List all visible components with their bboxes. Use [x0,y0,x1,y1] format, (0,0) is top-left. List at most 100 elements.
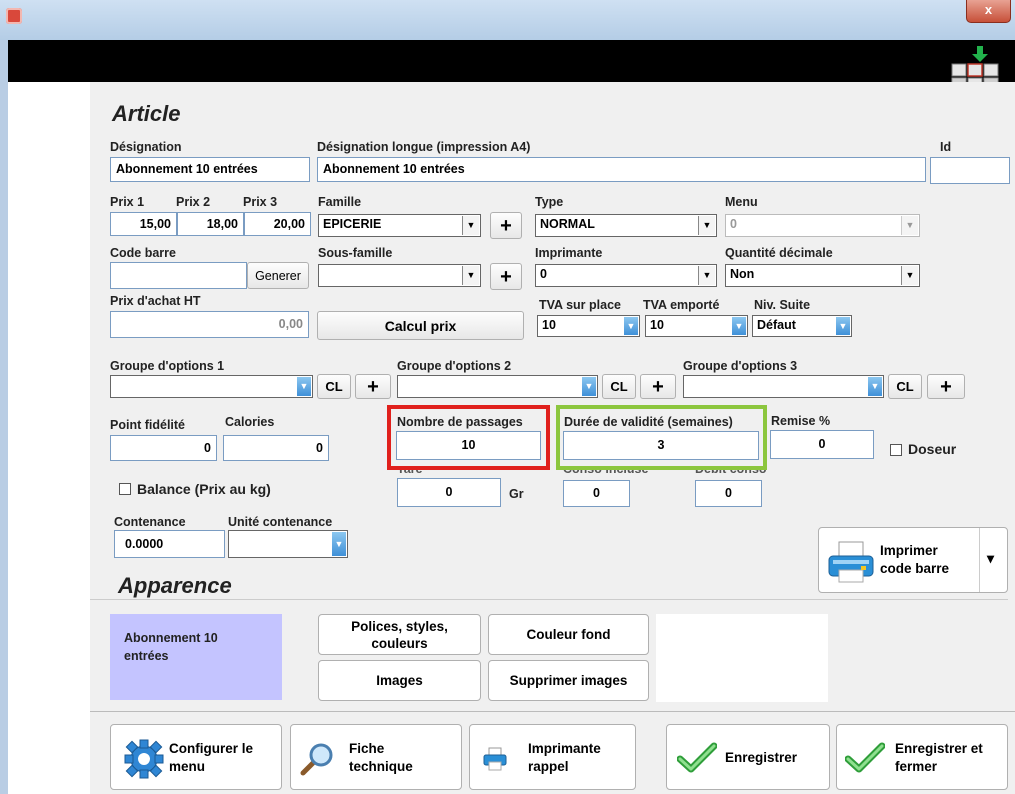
chevron-down-icon: ▼ [836,317,850,335]
enregistrer-fermer-button[interactable]: Enregistrer et fermer [836,724,1008,790]
unite-contenance-select[interactable]: ▼ [228,530,348,558]
imprimante-rappel-button[interactable]: Imprimante rappel [469,724,636,790]
supprimer-images-button[interactable]: Supprimer images [488,660,649,701]
code-barre-label: Code barre [110,246,176,260]
debit-conso-input[interactable]: 0 [695,480,762,507]
chevron-down-icon: ▼ [297,377,311,396]
balance-checkbox[interactable] [119,483,131,495]
designation-longue-input[interactable]: Abonnement 10 entrées [317,157,926,182]
chevron-down-icon: ▼ [698,266,715,285]
polices-styles-button[interactable]: Polices, styles, couleurs [318,614,481,655]
imprimante-select[interactable]: 0 ▼ [535,264,717,287]
split-divider [979,528,980,592]
niv-suite-select[interactable]: Défaut ▼ [752,315,852,337]
chevron-down-icon: ▼ [732,317,746,335]
chevron-down-icon: ▼ [868,377,882,396]
fiche-technique-button[interactable]: Fiche technique [290,724,462,790]
tva-emporte-value: 10 [650,318,664,332]
polices-label-1: Polices, styles, [351,619,448,634]
prix2-input[interactable]: 18,00 [177,212,244,236]
prix-achat-label: Prix d'achat HT [110,294,201,308]
famille-select[interactable]: EPICERIE ▼ [318,214,481,237]
app-icon[interactable] [6,8,22,24]
point-fidelite-label: Point fidélité [110,418,185,432]
tva-sur-place-value: 10 [542,318,556,332]
groupe-options-3-add-button[interactable]: + [927,374,965,399]
remise-input[interactable]: 0 [770,430,874,459]
window-left-border [0,40,8,794]
imprimante-rappel-label-1: Imprimante [528,741,601,756]
groupe-options-1-select[interactable]: ▼ [110,375,313,398]
contenance-input[interactable]: 0.0000 [114,530,225,558]
groupe-options-2-select[interactable]: ▼ [397,375,598,398]
fiche-label-2: technique [349,759,413,774]
groupe-options-3-cl-button[interactable]: CL [888,374,922,399]
id-input[interactable] [930,157,1010,184]
checkmark-icon [676,742,718,777]
add-sous-famille-button[interactable]: + [490,263,522,290]
calories-input[interactable]: 0 [223,435,329,461]
designation-label: Désignation [110,140,182,154]
magnifier-icon [299,741,335,780]
header-bar [8,40,1015,82]
code-barre-input[interactable] [110,262,247,289]
imprimer-code-barre-label-1: Imprimer [880,543,938,558]
doseur-checkbox[interactable] [890,444,902,456]
calcul-prix-button[interactable]: Calcul prix [317,311,524,340]
groupe-options-3-select[interactable]: ▼ [683,375,884,398]
remise-label: Remise % [771,414,831,428]
duree-validite-input[interactable]: 3 [563,431,759,460]
configurer-label-2: menu [169,759,206,774]
point-fidelite-input[interactable]: 0 [110,435,217,461]
prix3-input[interactable]: 20,00 [244,212,311,236]
section-title-apparence: Apparence [118,573,232,598]
tva-emporte-label: TVA emporté [643,298,720,312]
conso-incluse-input[interactable]: 0 [563,480,630,507]
menu-select[interactable]: 0 ▼ [725,214,920,237]
generer-button[interactable]: Generer [247,262,309,289]
chevron-down-icon: ▼ [901,216,918,235]
imprimer-code-barre-button[interactable]: Imprimer code barre ▾ [818,527,1008,593]
groupe-options-1-add-button[interactable]: + [355,374,391,399]
prix3-label: Prix 3 [243,195,278,209]
prix1-input[interactable]: 15,00 [110,212,177,236]
chevron-down-icon: ▼ [901,266,918,285]
couleur-fond-button[interactable]: Couleur fond [488,614,649,655]
preview-text-2: entrées [124,649,169,663]
configurer-menu-button[interactable]: Configurer le menu [110,724,282,790]
enregistrer-button[interactable]: Enregistrer [666,724,830,790]
groupe-options-2-cl-button[interactable]: CL [602,374,636,399]
tare-unit: Gr [509,487,524,501]
chevron-down-icon: ▼ [462,266,479,285]
menu-label: Menu [725,195,758,209]
prix-achat-input[interactable]: 0,00 [110,311,309,338]
add-famille-button[interactable]: + [490,212,522,239]
quantite-decimale-select[interactable]: Non ▼ [725,264,920,287]
chevron-down-icon: ▼ [624,317,638,335]
famille-label: Famille [318,195,362,209]
chevron-down-icon: ▼ [582,377,596,396]
type-value: NORMAL [540,217,595,231]
type-select[interactable]: NORMAL ▼ [535,214,717,237]
famille-value: EPICERIE [323,217,382,231]
enregistrer-fermer-label-1: Enregistrer et [895,741,983,756]
tva-sur-place-select[interactable]: 10 ▼ [537,315,640,337]
sous-famille-select[interactable]: ▼ [318,264,481,287]
tva-emporte-select[interactable]: 10 ▼ [645,315,748,337]
groupe-options-1-cl-button[interactable]: CL [317,374,351,399]
designation-input[interactable]: Abonnement 10 entrées [110,157,310,182]
imprimer-code-barre-label-2: code barre [880,561,950,576]
images-button[interactable]: Images [318,660,481,701]
section-title-article: Article [112,101,181,126]
article-preview-tile: Abonnement 10 entrées [110,614,282,700]
left-panel [8,82,90,794]
nombre-passages-input[interactable]: 10 [396,431,541,460]
calories-label: Calories [225,415,275,429]
gear-icon [123,738,165,783]
tare-input[interactable]: 0 [397,478,501,507]
nombre-passages-label: Nombre de passages [397,415,523,429]
dropdown-arrow-icon[interactable]: ▾ [987,550,994,567]
window-close-button[interactable]: x [966,0,1011,23]
quantite-decimale-value: Non [730,267,755,281]
groupe-options-2-add-button[interactable]: + [640,374,676,399]
